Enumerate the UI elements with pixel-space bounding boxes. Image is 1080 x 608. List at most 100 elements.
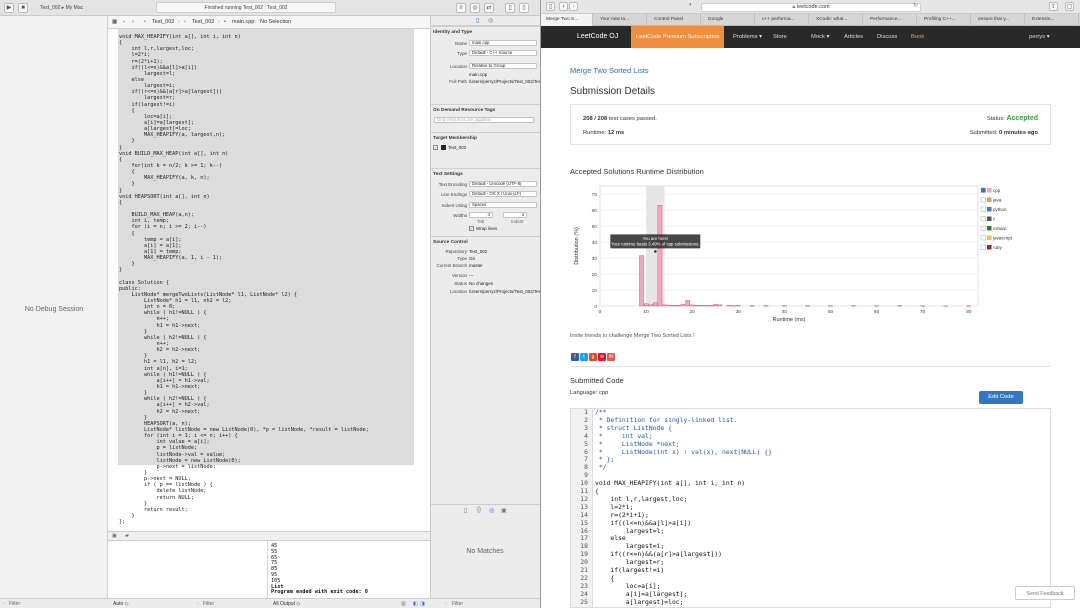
email-share-icon[interactable]: ✉ bbox=[607, 353, 615, 361]
stop-button[interactable]: ■ bbox=[18, 3, 28, 13]
edit-code-button[interactable]: Edit Code bbox=[979, 391, 1023, 404]
browser-tab[interactable]: XCode: what... bbox=[811, 14, 863, 26]
library-filter-input[interactable]: Filter bbox=[452, 599, 463, 608]
privacy-icon[interactable]: ◐ bbox=[689, 2, 693, 8]
book-link[interactable]: Book bbox=[911, 26, 924, 48]
twitter-icon[interactable]: t bbox=[580, 353, 588, 361]
inspector-toggle-button[interactable]: ▯ bbox=[519, 3, 529, 13]
distribution-bar[interactable] bbox=[699, 304, 704, 307]
editor-assistant-button[interactable]: ◎ bbox=[470, 3, 480, 13]
split-view-icon[interactable]: ◨ bbox=[420, 599, 425, 608]
editor-standard-button[interactable]: ≡ bbox=[456, 3, 466, 13]
browser-tab[interactable]: Google bbox=[703, 14, 755, 26]
share-icon[interactable]: ⇪ bbox=[1049, 2, 1058, 11]
distribution-bar[interactable] bbox=[712, 304, 718, 307]
breakpoints-icon[interactable]: ▰ bbox=[125, 532, 129, 541]
legend-label[interactable]: cpp bbox=[993, 188, 1001, 193]
distribution-bar[interactable] bbox=[676, 304, 681, 307]
store-link[interactable]: Store bbox=[773, 26, 787, 48]
distribution-bar[interactable] bbox=[749, 305, 755, 307]
legend-checkbox[interactable] bbox=[980, 197, 986, 203]
jumpbar-project[interactable]: Test_002 bbox=[152, 16, 174, 29]
indent-using-select[interactable]: Spaces bbox=[469, 202, 537, 208]
distribution-bar[interactable] bbox=[943, 305, 949, 307]
google-plus-icon[interactable]: g bbox=[589, 353, 597, 361]
legend-label[interactable]: csharp bbox=[993, 226, 1007, 231]
problems-menu[interactable]: Problems ▾ bbox=[733, 26, 762, 48]
browser-tab[interactable]: Extensio... bbox=[1027, 14, 1079, 26]
back-icon[interactable]: ‹ bbox=[559, 2, 568, 11]
distribution-bar[interactable] bbox=[694, 304, 700, 307]
file-inspector-icon[interactable]: ▯ bbox=[476, 17, 479, 24]
browser-tab[interactable]: c++ performa... bbox=[757, 14, 809, 26]
tab-width-field[interactable]: 4 bbox=[469, 212, 493, 218]
browser-tab[interactable]: ensure that y... bbox=[973, 14, 1025, 26]
distribution-bar[interactable] bbox=[874, 305, 879, 307]
mock-menu[interactable]: Mock ▾ bbox=[811, 26, 829, 48]
distribution-bar[interactable] bbox=[662, 304, 667, 307]
split-view-icon[interactable]: ◧ bbox=[413, 599, 418, 608]
distribution-bar[interactable] bbox=[966, 305, 972, 307]
distribution-bar[interactable] bbox=[708, 304, 713, 307]
legend-label[interactable]: python bbox=[993, 207, 1007, 212]
run-button[interactable]: ▶ bbox=[4, 3, 14, 13]
jumpbar-grid-icon[interactable]: ▦ bbox=[112, 16, 117, 29]
hide-debug-area-icon[interactable]: ▣ bbox=[112, 532, 117, 541]
distribution-bar[interactable] bbox=[828, 305, 833, 307]
distribution-bar[interactable] bbox=[657, 205, 663, 307]
facebook-icon[interactable]: f bbox=[571, 353, 579, 361]
navigator-toggle-button[interactable]: ▯ bbox=[505, 3, 515, 13]
distribution-bar[interactable] bbox=[685, 300, 690, 307]
navigator-filter-input[interactable]: Filter bbox=[9, 599, 20, 608]
tabs-overview-icon[interactable]: ▢ bbox=[1065, 2, 1074, 11]
distribution-bar[interactable] bbox=[680, 304, 686, 307]
forward-icon[interactable]: › bbox=[569, 2, 578, 11]
distribution-bar[interactable] bbox=[648, 304, 653, 307]
distribution-bar[interactable] bbox=[653, 302, 658, 307]
wrap-lines-checkbox[interactable]: ✓ bbox=[469, 226, 474, 231]
address-bar[interactable]: 🔒︎ leetcode.com bbox=[701, 2, 921, 12]
legend-label[interactable]: ruby bbox=[993, 245, 1003, 250]
file-template-icon[interactable]: ▯ bbox=[464, 507, 467, 514]
browser-tab[interactable]: Profiling C++... bbox=[919, 14, 971, 26]
submitted-code-viewer[interactable]: 1/** 2 * Definition for singly-linked lis… bbox=[570, 408, 1051, 608]
browser-tab[interactable]: Your new to... bbox=[595, 14, 647, 26]
encoding-select[interactable]: Default - Unicode (UTF-8) bbox=[469, 181, 537, 187]
discuss-link[interactable]: Discuss bbox=[877, 26, 897, 48]
distribution-bar[interactable] bbox=[805, 305, 810, 307]
browser-tab[interactable]: Performance... bbox=[865, 14, 917, 26]
distribution-bar[interactable] bbox=[643, 303, 649, 307]
type-select[interactable]: Default - C++ Source bbox=[469, 50, 537, 56]
user-menu[interactable]: perrys ▾ bbox=[1029, 26, 1050, 48]
legend-label[interactable]: java bbox=[992, 198, 1002, 203]
resource-tags-field[interactable]: Only resources are taggable bbox=[434, 117, 534, 123]
legend-checkbox[interactable] bbox=[980, 206, 986, 212]
distribution-bar[interactable] bbox=[851, 305, 856, 307]
distribution-bar[interactable] bbox=[666, 304, 672, 307]
problem-title-link[interactable]: Merge Two Sorted Lists bbox=[570, 66, 649, 75]
distribution-bar[interactable] bbox=[726, 305, 732, 307]
premium-link[interactable]: LeetCode Premium Subscription bbox=[631, 26, 725, 48]
browser-tab[interactable]: Control Panel bbox=[649, 14, 701, 26]
scheme-selector[interactable]: Test_002 ▸ My Mac bbox=[40, 0, 83, 16]
object-library-icon[interactable]: ◎ bbox=[489, 507, 494, 514]
legend-checkbox[interactable] bbox=[980, 187, 986, 193]
auto-variables-selector[interactable]: Auto ◇ bbox=[113, 599, 129, 608]
distribution-bar[interactable] bbox=[920, 305, 925, 307]
back-icon[interactable]: ‹ bbox=[123, 16, 125, 29]
distribution-bar[interactable] bbox=[639, 255, 644, 307]
weibo-icon[interactable]: w bbox=[598, 353, 606, 361]
media-library-icon[interactable]: ▣ bbox=[501, 507, 507, 514]
distribution-bar[interactable] bbox=[731, 305, 736, 307]
variables-filter-input[interactable]: Filter bbox=[203, 599, 214, 608]
legend-checkbox[interactable] bbox=[980, 244, 986, 250]
distribution-bar[interactable] bbox=[703, 305, 709, 307]
distribution-bar[interactable] bbox=[671, 304, 677, 307]
legend-label[interactable]: c bbox=[993, 217, 996, 222]
runtime-distribution-chart[interactable]: 0 10 20 30 40 50 60 70 0 10 20 30 40 50 60 70 80 Runtime … bbox=[570, 178, 1050, 328]
target-checkbox[interactable]: ✓ bbox=[433, 145, 438, 150]
distribution-bar[interactable] bbox=[897, 305, 902, 307]
reload-icon[interactable]: ↻ bbox=[913, 2, 918, 9]
source-editor[interactable]: void MAX_HEAPIFY(int a[], int i, int n){… bbox=[108, 29, 430, 531]
console-output-selector[interactable]: All Output ◇ bbox=[273, 599, 300, 608]
